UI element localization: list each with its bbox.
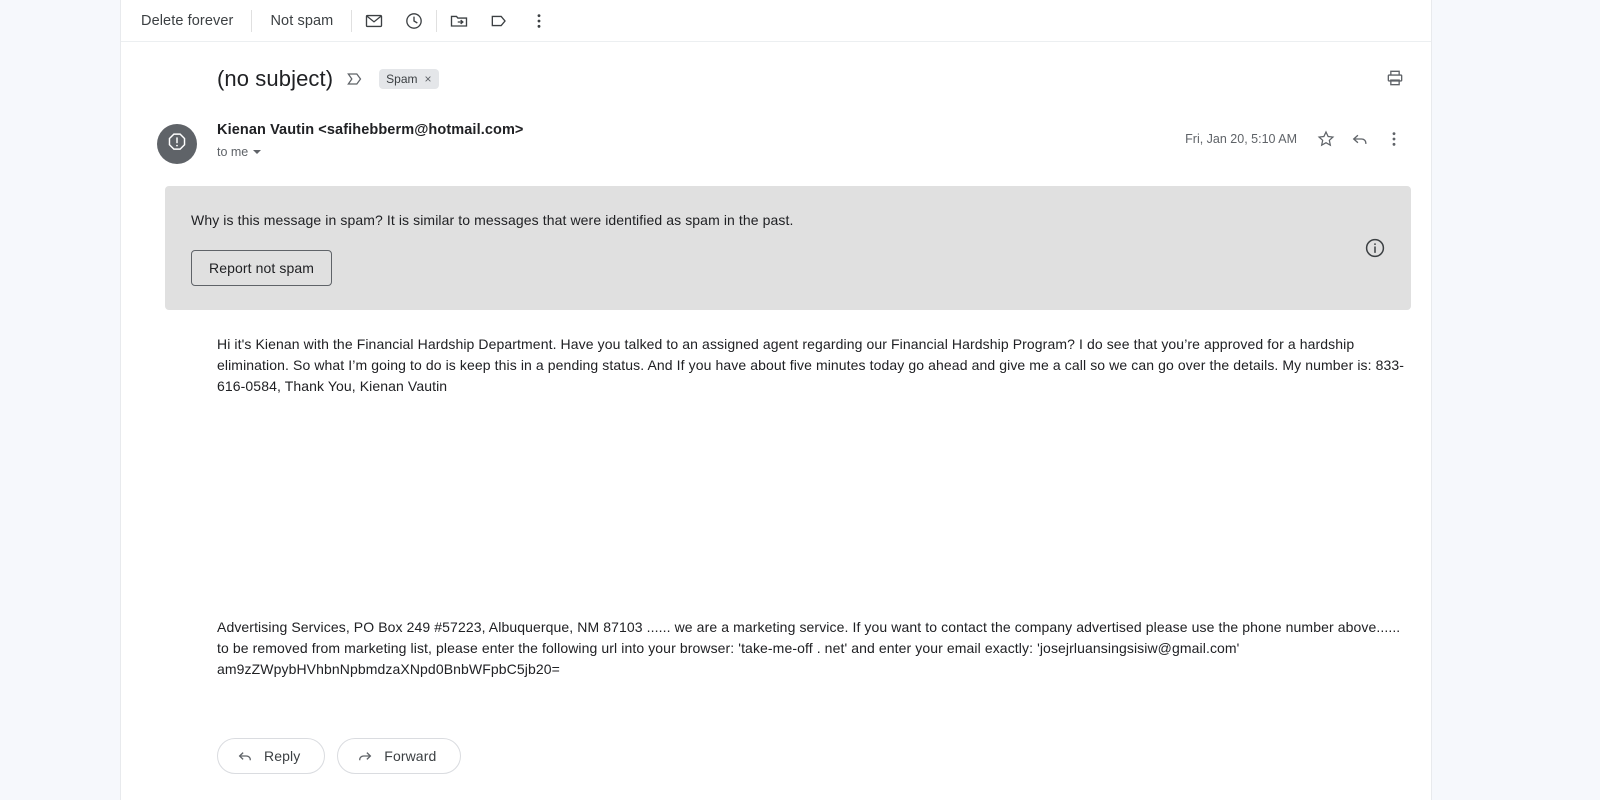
- message-body: Hi it's Kienan with the Financial Hardsh…: [217, 336, 1405, 394]
- more-options-icon[interactable]: [1377, 122, 1411, 156]
- delete-forever-button[interactable]: Delete forever: [125, 7, 249, 35]
- reply-actions: Reply Forward: [121, 680, 1431, 774]
- spam-banner: Why is this message in spam? It is simil…: [165, 186, 1411, 310]
- recipient-label: to me: [217, 145, 249, 159]
- label-icon[interactable]: [479, 4, 519, 38]
- message-footer: Advertising Services, PO Box 249 #57223,…: [217, 619, 1401, 677]
- sender-row: Kienan Vautin <safihebberm@hotmail.com> …: [121, 94, 1431, 164]
- message-date: Fri, Jan 20, 5:10 AM: [1185, 132, 1297, 146]
- star-icon[interactable]: [1309, 122, 1343, 156]
- forward-button-label: Forward: [384, 748, 437, 764]
- message-actions: Fri, Jan 20, 5:10 AM: [1185, 122, 1411, 156]
- info-icon[interactable]: [1363, 236, 1387, 260]
- toolbar-divider-2: [351, 9, 353, 32]
- warning-octagon-icon: [166, 131, 188, 158]
- recipient-toggle[interactable]: to me: [217, 145, 262, 159]
- more-options-icon[interactable]: [519, 4, 559, 38]
- toolbar-divider-1: [251, 9, 253, 32]
- message-toolbar: Delete forever Not spam: [121, 0, 1431, 42]
- sender-info: Kienan Vautin <safihebberm@hotmail.com> …: [217, 120, 1185, 161]
- chevron-down-icon: [253, 150, 262, 154]
- spam-banner-text: Why is this message in spam? It is simil…: [191, 212, 794, 228]
- label-chip-spam[interactable]: Spam ×: [379, 69, 439, 89]
- page-title: (no subject): [217, 66, 334, 91]
- reply-button[interactable]: Reply: [217, 738, 326, 774]
- reply-button-label: Reply: [264, 748, 301, 764]
- clock-icon[interactable]: [394, 4, 434, 38]
- subject-row: (no subject) Spam ×: [121, 42, 1431, 94]
- forward-button[interactable]: Forward: [337, 738, 462, 774]
- label-icon: [345, 69, 365, 89]
- report-not-spam-button[interactable]: Report not spam: [191, 250, 332, 286]
- reply-arrow-icon[interactable]: [1343, 122, 1377, 156]
- message-panel: Delete forever Not spam (no subject) Spa…: [120, 0, 1432, 800]
- not-spam-button[interactable]: Not spam: [254, 7, 349, 35]
- envelope-icon[interactable]: [354, 4, 394, 38]
- close-icon[interactable]: ×: [425, 73, 432, 85]
- email-client-window: Delete forever Not spam (no subject) Spa…: [0, 0, 1600, 800]
- label-chip-text: Spam: [386, 72, 418, 86]
- sender-name: Kienan Vautin <safihebberm@hotmail.com>: [217, 122, 524, 138]
- avatar: [157, 124, 197, 164]
- toolbar-divider-3: [436, 9, 438, 32]
- print-icon[interactable]: [1379, 62, 1411, 94]
- move-to-folder-icon[interactable]: [439, 4, 479, 38]
